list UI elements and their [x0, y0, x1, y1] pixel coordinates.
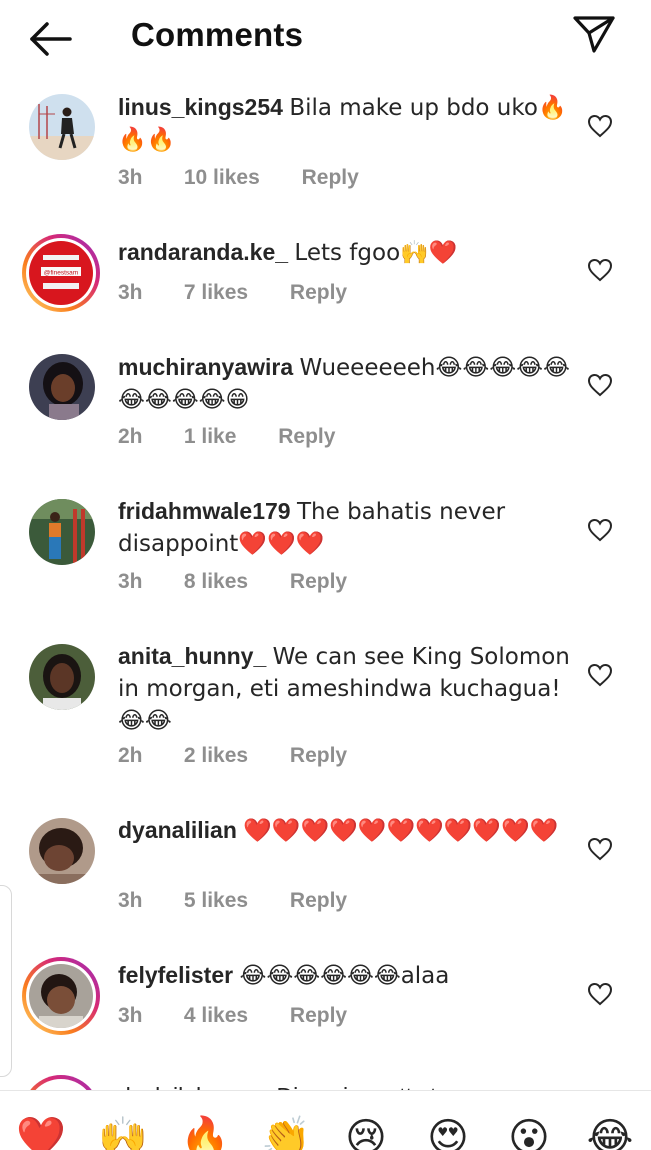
comment-body: Lets fgoo🙌❤️	[294, 240, 458, 266]
reply-button[interactable]: Reply	[290, 744, 347, 768]
comment-time: 3h	[118, 1004, 143, 1027]
comment-likes[interactable]: 5 likes	[184, 889, 248, 913]
raised-hands-emoji-button[interactable]: 🙌	[98, 1113, 148, 1150]
comment-meta: 2h 1 like Reply	[118, 425, 335, 449]
page-title: Comments	[131, 16, 304, 53]
avatar-ring-inner	[26, 961, 96, 1031]
comment-likes[interactable]: 1 like	[184, 425, 237, 449]
comment-username[interactable]: felyfelister	[118, 962, 233, 988]
heart-outline-icon[interactable]	[587, 114, 613, 138]
surprised-emoji-button[interactable]: 😮	[504, 1113, 554, 1150]
avatar: @finestsam	[29, 241, 93, 305]
comment-meta: 3h 4 likes Reply	[118, 1004, 347, 1028]
comment-text: anita_hunny_ We can see King Solomon in …	[118, 641, 570, 737]
comments-screen: Comments linus_kings254 Bila make up bdo…	[0, 0, 651, 1150]
comment-username[interactable]: randaranda.ke_	[118, 239, 288, 265]
comment-likes[interactable]: 10 likes	[184, 166, 260, 190]
comment-time: 3h	[118, 166, 143, 189]
comment-time: 2h	[118, 425, 143, 448]
reply-button[interactable]: Reply	[278, 425, 335, 449]
comment-meta: 2h 2 likes Reply	[118, 744, 347, 768]
avatar[interactable]	[29, 94, 95, 160]
side-edge-handle[interactable]	[0, 885, 12, 1077]
reply-button[interactable]: Reply	[290, 889, 347, 913]
comment-item: @finestsam randaranda.ke_ Lets fgoo🙌❤️ 3…	[0, 222, 651, 334]
comment-time: 3h	[118, 570, 143, 593]
crying-emoji-button[interactable]: 😢	[341, 1113, 391, 1150]
heart-outline-icon[interactable]	[587, 837, 613, 861]
fire-emoji-button[interactable]: 🔥	[180, 1113, 230, 1150]
avatar-story-ring[interactable]	[22, 957, 100, 1035]
avatar-handle-text: @finestsam	[44, 270, 78, 277]
reply-button[interactable]: Reply	[290, 281, 347, 305]
avatar[interactable]	[29, 818, 95, 884]
heart-outline-icon[interactable]	[587, 373, 613, 397]
comment-item: dyanalilian ❤️❤️❤️❤️❤️❤️❤️❤️❤️❤️❤️ 3h 5 …	[0, 800, 651, 940]
reply-button[interactable]: Reply	[290, 1004, 347, 1028]
comments-list: linus_kings254 Bila make up bdo uko🔥🔥🔥 3…	[0, 78, 651, 1090]
avatar	[29, 964, 93, 1028]
comment-text: fridahmwale179 The bahatis never disappo…	[118, 496, 570, 560]
comment-item: linus_kings254 Bila make up bdo uko🔥🔥🔥 3…	[0, 78, 651, 218]
comment-meta: 3h 8 likes Reply	[118, 570, 347, 594]
comment-time: 2h	[118, 744, 143, 767]
comment-text: felyfelister 😂😂😂😂😂😂alaa	[118, 960, 570, 992]
comment-username[interactable]: muchiranyawira	[118, 354, 293, 380]
comment-likes[interactable]: 4 likes	[184, 1004, 248, 1028]
comment-username[interactable]: linus_kings254	[118, 94, 283, 120]
reply-button[interactable]: Reply	[290, 570, 347, 594]
laughing-emoji-button[interactable]: 😂	[585, 1113, 635, 1150]
comment-meta: 3h 5 likes Reply	[118, 889, 347, 913]
comment-likes[interactable]: 2 likes	[184, 744, 248, 768]
comment-username[interactable]: anita_hunny_	[118, 643, 266, 669]
comment-username[interactable]: fridahmwale179	[118, 498, 291, 524]
comment-text: dyanalilian ❤️❤️❤️❤️❤️❤️❤️❤️❤️❤️❤️	[118, 815, 570, 847]
comment-text: linus_kings254 Bila make up bdo uko🔥🔥🔥	[118, 92, 570, 156]
heart-outline-icon[interactable]	[587, 982, 613, 1006]
paper-plane-icon[interactable]	[572, 14, 616, 54]
comment-username[interactable]: dyanalilian	[118, 817, 237, 843]
heart-emoji-button[interactable]: ❤️	[16, 1113, 66, 1150]
heart-outline-icon[interactable]	[587, 258, 613, 282]
comment-body: ❤️❤️❤️❤️❤️❤️❤️❤️❤️❤️❤️	[243, 818, 559, 844]
quick-reaction-bar: ❤️ 🙌 🔥 👏 😢 😍 😮 😂	[0, 1090, 651, 1150]
avatar-ring-inner: @finestsam	[26, 238, 96, 308]
comment-item: anita_hunny_ We can see King Solomon in …	[0, 626, 651, 796]
comment-item: felyfelister 😂😂😂😂😂😂alaa 3h 4 likes Reply	[0, 945, 651, 1057]
comment-item: muchiranyawira Wueeeeeeh😂😂😂😂😂😂😂😂😂😁 2h 1 …	[0, 336, 651, 476]
comment-time: 3h	[118, 889, 143, 912]
comment-meta: 3h 10 likes Reply	[118, 166, 359, 190]
avatar[interactable]	[29, 354, 95, 420]
comment-text: randaranda.ke_ Lets fgoo🙌❤️	[118, 237, 570, 269]
comment-likes[interactable]: 8 likes	[184, 570, 248, 594]
back-arrow-icon[interactable]	[28, 20, 74, 58]
comment-text: muchiranyawira Wueeeeeeh😂😂😂😂😂😂😂😂😂😁	[118, 352, 570, 416]
heart-outline-icon[interactable]	[587, 518, 613, 542]
heart-outline-icon[interactable]	[587, 663, 613, 687]
heart-eyes-emoji-button[interactable]: 😍	[423, 1113, 473, 1150]
reply-button[interactable]: Reply	[302, 166, 359, 190]
avatar[interactable]	[29, 644, 95, 710]
clapping-emoji-button[interactable]: 👏	[261, 1113, 311, 1150]
header: Comments	[0, 0, 651, 78]
comment-time: 3h	[118, 281, 143, 304]
comment-item: fridahmwale179 The bahatis never disappo…	[0, 481, 651, 621]
comment-body: 😂😂😂😂😂😂alaa	[239, 963, 450, 989]
avatar-story-ring[interactable]: @finestsam	[22, 234, 100, 312]
comment-likes[interactable]: 7 likes	[184, 281, 248, 305]
avatar[interactable]	[29, 499, 95, 565]
comment-meta: 3h 7 likes Reply	[118, 281, 347, 305]
